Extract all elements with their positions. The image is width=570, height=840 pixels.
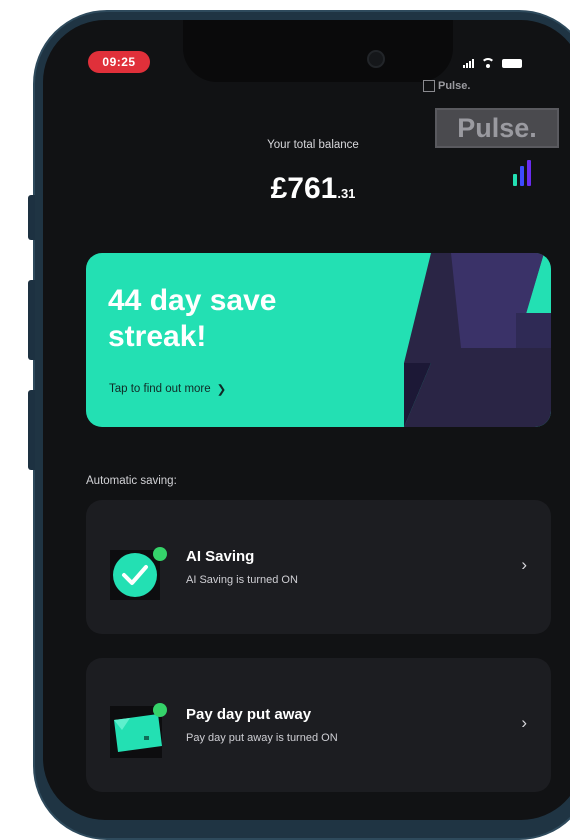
pay-day-put-away-row[interactable]: Pay day put away Pay day put away is tur… <box>86 658 551 792</box>
side-button-volume-up <box>28 280 35 360</box>
brand-small-logo: Pulse. <box>423 80 470 92</box>
balance-pounds: £761 <box>270 172 338 205</box>
status-time: 09:25 <box>88 51 150 73</box>
battery-icon <box>502 59 522 68</box>
streak-link[interactable]: Tap to find out more ❯ <box>109 382 226 396</box>
balance-amount: £761.31 <box>43 172 570 206</box>
ai-saving-row[interactable]: AI Saving AI Saving is turned ON › <box>86 500 551 634</box>
automatic-saving-label: Automatic saving: <box>86 475 177 487</box>
save-streak-card[interactable]: 44 day save streak! Tap to find out more… <box>86 253 551 427</box>
side-button-volume-down <box>28 390 35 470</box>
wifi-icon <box>481 58 495 68</box>
chevron-right-icon: › <box>521 713 527 732</box>
balance-label: Your total balance <box>267 139 359 151</box>
balance-pence: .31 <box>337 186 356 201</box>
streak-link-label: Tap to find out more <box>109 383 211 395</box>
front-camera <box>367 50 385 68</box>
side-button-silent <box>28 195 35 240</box>
ai-saving-status: AI Saving is turned ON <box>186 574 298 586</box>
signal-icon <box>463 59 474 68</box>
pay-day-title: Pay day put away <box>186 706 312 723</box>
chevron-right-icon: ❯ <box>216 384 227 396</box>
ai-saving-title: AI Saving <box>186 548 255 565</box>
status-icons <box>463 54 522 68</box>
shield-check-icon <box>110 547 167 600</box>
cash-note-icon <box>110 703 167 758</box>
pay-day-status: Pay day put away is turned ON <box>186 732 338 744</box>
app-screen: 09:25 Pulse. Pulse. Your total balance £… <box>43 20 570 820</box>
streak-title: 44 day save streak! <box>108 284 277 353</box>
notch <box>183 20 453 82</box>
chevron-right-icon: › <box>521 555 527 574</box>
